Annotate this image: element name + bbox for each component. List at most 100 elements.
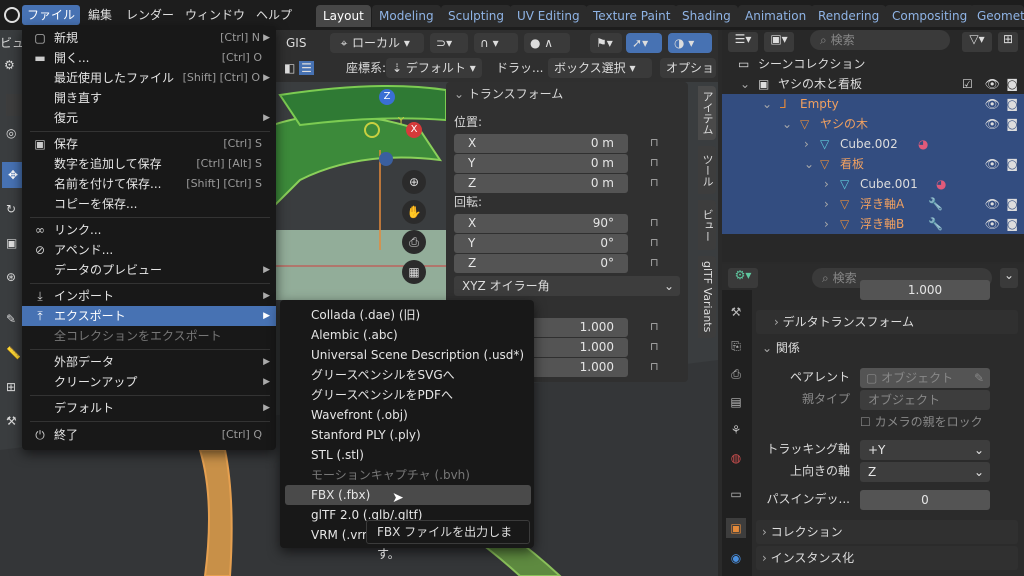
delta-transform-section[interactable]: › デルタトランスフォーム	[756, 310, 1018, 334]
outliner-row-palm[interactable]: ⌄ ▽ ヤシの木 👁 ◙	[722, 114, 1024, 134]
tab-rendering[interactable]: Rendering	[811, 5, 887, 27]
tab-uv-editing[interactable]: UV Editing	[510, 5, 587, 27]
gizmo-x-axis[interactable]: X	[406, 122, 422, 138]
menu-item-import[interactable]: ⤓ インポート ▶	[22, 286, 276, 306]
render-tab-icon[interactable]: ⎘	[726, 336, 746, 356]
menu-item-export-all-collections[interactable]: 全コレクションをエクスポート	[22, 326, 276, 346]
camera-icon[interactable]: ◙	[1006, 114, 1018, 134]
zoom-icon[interactable]: ⊕	[402, 170, 426, 194]
view-layer-tab-icon[interactable]: ▤	[726, 392, 746, 412]
tool-move-icon[interactable]: ✥	[2, 162, 24, 188]
world-tab-icon[interactable]: ◍	[726, 448, 746, 468]
editor-type-icon[interactable]: ☰▾	[728, 32, 758, 52]
tool-transform-icon[interactable]: ⊛	[6, 270, 16, 284]
perspective-grid-icon[interactable]: ▦	[402, 260, 426, 284]
tab-sculpting[interactable]: Sculpting	[441, 5, 512, 27]
export-bvh[interactable]: モーションキャプチャ (.bvh)	[285, 465, 531, 485]
export-usd[interactable]: Universal Scene Description (.usd*)	[285, 345, 531, 365]
menu-item-save-incremental[interactable]: 数字を追加して保存 [Ctrl] [Alt] S	[22, 154, 276, 174]
tab-compositing[interactable]: Compositing	[885, 5, 975, 27]
menu-item-export[interactable]: ⤒ エクスポート ▶	[22, 306, 276, 326]
lock-icon[interactable]: ⊓	[650, 340, 666, 354]
proportional-edit[interactable]: ● ∧	[524, 33, 570, 53]
view-mode-icons[interactable]: ◧ ☰	[278, 58, 330, 78]
new-collection-icon[interactable]: ⊞	[998, 32, 1018, 52]
tab-item[interactable]: アイテム	[698, 86, 716, 140]
coord-dropdown[interactable]: ⇣ デフォルト ▾	[386, 58, 482, 78]
orientation-dropdown[interactable]: ⌖ ローカル ▾	[330, 33, 424, 53]
camera-icon[interactable]: ◙	[1006, 154, 1018, 174]
relations-section[interactable]: ⌄ 関係	[756, 336, 1018, 360]
track-axis-dropdown[interactable]: +Y ⌄	[860, 440, 990, 460]
outliner-search-input[interactable]: ⌕ 検索	[810, 30, 950, 50]
menu-help[interactable]: ヘルプ	[251, 5, 297, 25]
camera-icon[interactable]: ◙	[1006, 74, 1018, 94]
display-mode-icon[interactable]: ▣▾	[764, 32, 794, 52]
outliner-row-axis-b[interactable]: › ▽ 浮き軸B 🔧 👁 ◙	[722, 214, 1024, 234]
modifier-tab-icon[interactable]: ◉	[726, 548, 746, 568]
tab-geometry[interactable]: Geometr	[970, 5, 1024, 27]
properties-editor-type-icon[interactable]: ⚙▾	[728, 268, 758, 288]
lock-icon[interactable]: ⊓	[650, 136, 666, 150]
export-ply[interactable]: Stanford PLY (.ply)	[285, 425, 531, 445]
tab-texture-paint[interactable]: Texture Paint	[586, 5, 678, 27]
menu-item-new[interactable]: ▢ 新規 [Ctrl] N ▶	[22, 28, 276, 48]
location-y-field[interactable]: Y 0 m	[454, 154, 628, 173]
toolbar-settings-icon[interactable]: ⚙	[4, 58, 15, 72]
checkbox-icon[interactable]: ☑	[962, 74, 973, 94]
menu-file[interactable]: ファイル	[22, 5, 81, 25]
menu-item-append[interactable]: ⊘ アペンド...	[22, 240, 276, 260]
overlay-dropdown[interactable]: ◑ ▾	[668, 33, 712, 53]
outliner-row-collection[interactable]: ⌄ ▣ ヤシの木と看板 ☑ 👁 ◙	[722, 74, 1024, 94]
transform-panel-title[interactable]: ⌄ トランスフォーム	[454, 84, 563, 104]
menu-item-save-as[interactable]: 名前を付けて保存... [Shift] [Ctrl] S	[22, 174, 276, 194]
gizmo-y-label[interactable]: Y	[398, 116, 404, 127]
select-mode-dropdown[interactable]: ボックス選択 ▾	[548, 58, 652, 78]
tab-tool[interactable]: ツール	[698, 146, 716, 194]
rotation-x-field[interactable]: X 90°	[454, 214, 628, 233]
lock-icon[interactable]: ⊓	[650, 320, 666, 334]
lock-icon[interactable]: ⊓	[650, 236, 666, 250]
eye-icon[interactable]: 👁	[985, 114, 1000, 134]
scene-tab-icon[interactable]: ⚘	[726, 420, 746, 440]
outliner-row-cube001[interactable]: › ▽ Cube.001 ◕	[722, 174, 1024, 194]
location-x-field[interactable]: X 0 m	[454, 134, 628, 153]
object-tab-icon[interactable]: ▣	[726, 518, 746, 538]
location-z-field[interactable]: Z 0 m	[454, 174, 628, 193]
menu-window[interactable]: ウィンドウ	[180, 5, 250, 25]
eye-icon[interactable]: 👁	[985, 154, 1000, 174]
tab-view[interactable]: ビュー	[698, 200, 716, 250]
tool-extra-icon[interactable]: ⚒	[6, 414, 17, 428]
tool-rotate-icon[interactable]: ↻	[6, 202, 16, 216]
tab-layout[interactable]: Layout	[316, 5, 371, 27]
eyedropper-icon[interactable]: ✎	[974, 368, 984, 388]
top-value-field[interactable]: 1.000	[860, 280, 990, 300]
tab-gltf-variants[interactable]: glTF Variants	[698, 256, 716, 338]
export-gp-svg[interactable]: グリースペンシルをSVGへ	[285, 365, 531, 385]
pivot-dropdown[interactable]: ⊃▾	[430, 33, 468, 53]
rotation-mode-dropdown[interactable]: XYZ オイラー角 ⌄	[454, 276, 680, 296]
export-obj[interactable]: Wavefront (.obj)	[285, 405, 531, 425]
export-stl[interactable]: STL (.stl)	[285, 445, 531, 465]
tool-tab-icon[interactable]: ⚒	[726, 302, 746, 322]
menu-item-recent[interactable]: 最近使用したファイル [Shift] [Ctrl] O ▶	[22, 68, 276, 88]
menu-item-defaults[interactable]: デフォルト ▶	[22, 398, 276, 418]
menu-item-quit[interactable]: ⏻ 終了 [Ctrl] Q	[22, 425, 276, 445]
outliner-row-axis-a[interactable]: › ▽ 浮き軸A 🔧 👁 ◙	[722, 194, 1024, 214]
pan-hand-icon[interactable]: ✋	[402, 200, 426, 224]
gis-menu[interactable]: GIS	[280, 33, 312, 53]
move-gizmo-toggle[interactable]: ➚▾	[626, 33, 662, 53]
blender-logo-icon[interactable]	[4, 7, 20, 23]
tab-animation[interactable]: Animation	[738, 5, 814, 27]
collection-section[interactable]: › コレクション	[756, 520, 1018, 544]
gizmo-neg-z[interactable]	[379, 152, 393, 166]
lock-icon[interactable]: ⊓	[650, 156, 666, 170]
export-gp-pdf[interactable]: グリースペンシルをPDFへ	[285, 385, 531, 405]
camera-icon[interactable]: ◙	[1006, 214, 1018, 234]
menu-render[interactable]: レンダー	[121, 5, 179, 25]
tool-add-cube-icon[interactable]: ⊞	[6, 380, 16, 394]
properties-options-icon[interactable]: ⌄	[1000, 268, 1018, 288]
camera-lock-checkbox[interactable]: ☐ カメラの親をロック	[860, 412, 983, 432]
show-gizmo-dropdown[interactable]: ⚑▾	[590, 33, 622, 53]
menu-item-save-copy[interactable]: コピーを保存...	[22, 194, 276, 214]
